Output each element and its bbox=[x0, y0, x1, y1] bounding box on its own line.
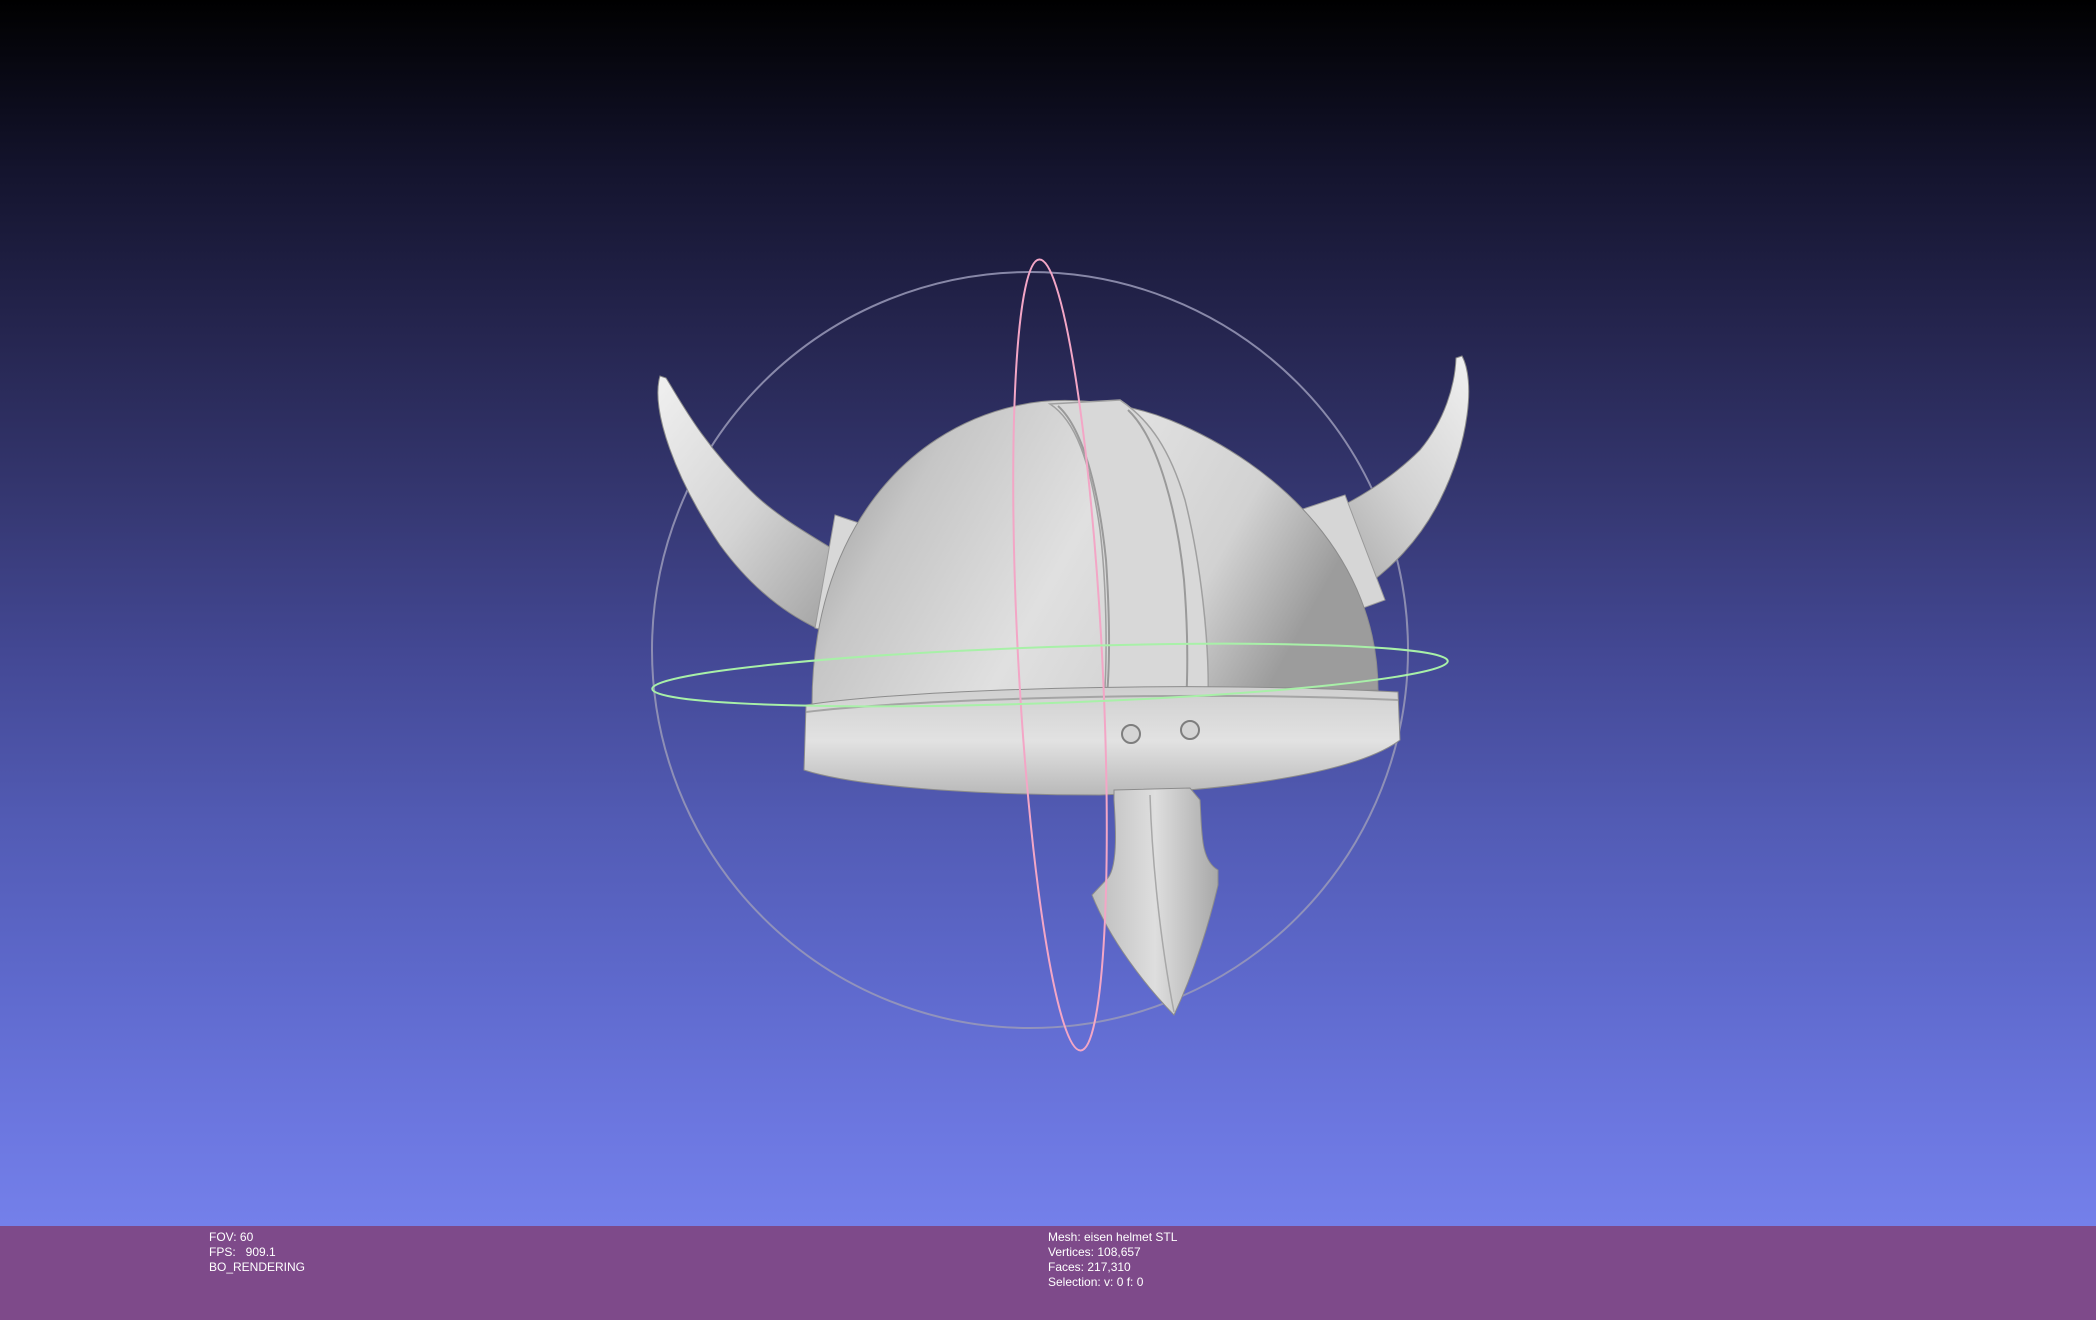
faces-readout: Faces: 217,310 bbox=[1048, 1260, 1131, 1274]
status-info-bar: FOV: 60 FPS: 909.1 BO_RENDERING Mesh: ei… bbox=[0, 1226, 2096, 1320]
rivet-right bbox=[1180, 720, 1200, 740]
helmet-model bbox=[657, 355, 1470, 1016]
helmet-band bbox=[803, 686, 1401, 796]
mesh-info: Mesh: eisen helmet STL Vertices: 108,657… bbox=[1048, 1230, 1177, 1290]
scene-canvas[interactable] bbox=[0, 0, 2096, 1226]
vertices-readout: Vertices: 108,657 bbox=[1048, 1245, 1141, 1259]
fps-readout: FPS: 909.1 bbox=[209, 1245, 276, 1259]
render-info: FOV: 60 FPS: 909.1 BO_RENDERING bbox=[209, 1230, 305, 1275]
render-mode-readout: BO_RENDERING bbox=[209, 1260, 306, 1274]
mesh-name-readout: Mesh: eisen helmet STL bbox=[1048, 1230, 1178, 1244]
nose-guard bbox=[1091, 787, 1219, 1016]
rivet-left bbox=[1121, 724, 1141, 744]
selection-readout: Selection: v: 0 f: 0 bbox=[1048, 1275, 1144, 1289]
fov-readout: FOV: 60 bbox=[209, 1230, 254, 1244]
3d-viewport[interactable] bbox=[0, 0, 2096, 1226]
